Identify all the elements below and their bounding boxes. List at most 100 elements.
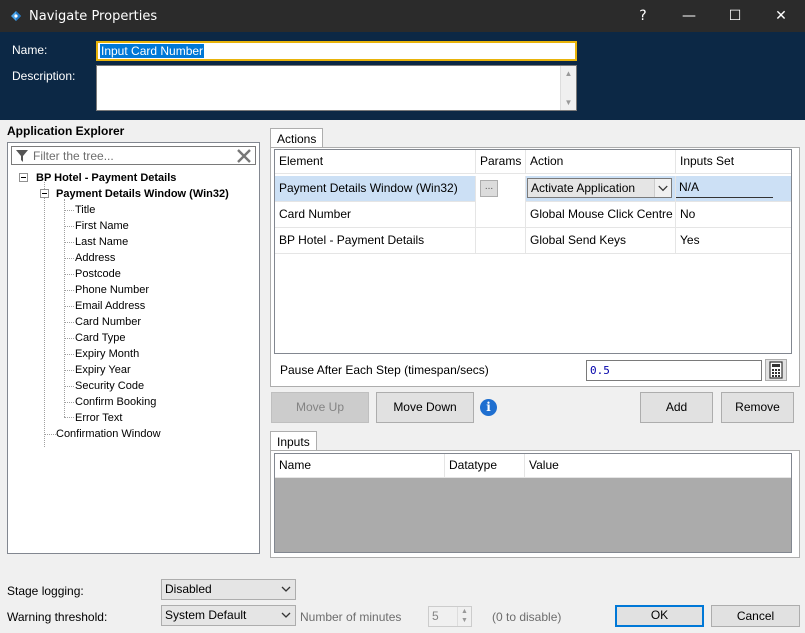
- close-button[interactable]: ✕: [758, 0, 804, 32]
- info-icon[interactable]: i: [480, 399, 497, 416]
- tree-node-window[interactable]: Confirmation Window: [56, 428, 161, 440]
- ok-button[interactable]: OK: [615, 605, 704, 627]
- inputs-set-cell: N/A: [676, 176, 793, 202]
- action-cell: Global Send Keys: [526, 228, 676, 254]
- tree-node-element[interactable]: Phone Number: [75, 284, 149, 296]
- tab-actions[interactable]: Actions: [270, 128, 324, 148]
- actions-grid: Element Params Action Inputs Set Payment…: [274, 149, 792, 354]
- column-header[interactable]: Datatype: [445, 454, 525, 478]
- description-label: Description:: [12, 69, 76, 83]
- params-cell: ...: [476, 176, 526, 202]
- actions-grid-header: Element Params Action Inputs Set: [275, 150, 791, 174]
- app-icon: [11, 11, 21, 21]
- stage-logging-dropdown[interactable]: Disabled: [161, 579, 296, 600]
- inputs-grid: Name Datatype Value: [274, 453, 792, 553]
- column-header[interactable]: Name: [275, 454, 445, 478]
- inputs-set-field[interactable]: N/A: [676, 178, 773, 198]
- calculator-button[interactable]: [765, 359, 787, 381]
- scroll-down-icon[interactable]: ▼: [564, 98, 573, 107]
- tree-node-element[interactable]: Email Address: [75, 300, 145, 312]
- application-explorer-title: Application Explorer: [7, 124, 125, 138]
- description-scrollbar[interactable]: ▲ ▼: [560, 66, 576, 110]
- inputs-grid-header: Name Datatype Value: [275, 454, 791, 478]
- chevron-down-icon: [281, 586, 291, 592]
- action-cell: Global Mouse Click Centre: [526, 202, 676, 228]
- tree-node-element[interactable]: Confirm Booking: [75, 396, 156, 408]
- tree-node-element[interactable]: Card Type: [75, 332, 126, 344]
- move-up-button[interactable]: Move Up: [271, 392, 369, 423]
- tree-node-element[interactable]: Expiry Year: [75, 364, 131, 376]
- element-cell: BP Hotel - Payment Details: [275, 228, 476, 254]
- warning-threshold-label: Warning threshold:: [7, 610, 108, 624]
- inputs-set-cell: Yes: [680, 233, 700, 247]
- help-button[interactable]: ?: [620, 0, 666, 32]
- tree-connector: [64, 199, 65, 417]
- add-button[interactable]: Add: [640, 392, 713, 423]
- name-field[interactable]: Input Card Number: [96, 41, 577, 61]
- tab-inputs[interactable]: Inputs: [270, 431, 317, 451]
- stage-logging-label: Stage logging:: [7, 584, 84, 598]
- move-down-button[interactable]: Move Down: [376, 392, 474, 423]
- application-explorer: Filter the tree... BP Hotel - Payment De…: [7, 142, 260, 554]
- tree-filter-placeholder: Filter the tree...: [33, 149, 114, 163]
- minutes-label: Number of minutes: [300, 610, 402, 624]
- title-bar: Navigate Properties ? — ☐ ✕: [0, 0, 805, 32]
- tree-node-root[interactable]: BP Hotel - Payment Details: [36, 172, 176, 184]
- collapse-icon[interactable]: [19, 173, 28, 182]
- minimize-button[interactable]: —: [666, 0, 712, 32]
- column-header[interactable]: Action: [526, 150, 676, 174]
- maximize-button[interactable]: ☐: [712, 0, 758, 32]
- collapse-icon[interactable]: [40, 189, 49, 198]
- clear-filter-icon[interactable]: [236, 148, 252, 164]
- tree-node-element[interactable]: First Name: [75, 220, 129, 232]
- column-header[interactable]: Inputs Set: [676, 150, 793, 174]
- window-title: Navigate Properties: [29, 9, 158, 24]
- column-header[interactable]: Params: [476, 150, 526, 174]
- filter-icon: [16, 150, 28, 162]
- warning-threshold-dropdown[interactable]: System Default: [161, 605, 296, 626]
- table-row[interactable]: Card Number Global Mouse Click Centre No: [275, 202, 791, 228]
- action-dropdown-value: Activate Application: [531, 181, 636, 195]
- params-button[interactable]: ...: [480, 180, 498, 197]
- element-cell: Card Number: [275, 202, 476, 228]
- name-label: Name:: [12, 43, 48, 57]
- warning-threshold-value: System Default: [165, 608, 247, 622]
- tree-node-element[interactable]: Card Number: [75, 316, 141, 328]
- tree-node-element[interactable]: Last Name: [75, 236, 128, 248]
- tree-filter-input[interactable]: Filter the tree...: [11, 146, 256, 165]
- description-field[interactable]: ▲ ▼: [96, 65, 577, 111]
- tree-node-element[interactable]: Title: [75, 204, 95, 216]
- action-dropdown[interactable]: Activate Application: [527, 178, 672, 198]
- tree-node-window[interactable]: Payment Details Window (Win32): [56, 188, 229, 200]
- disable-hint: (0 to disable): [492, 610, 562, 624]
- chevron-down-icon[interactable]: [654, 179, 671, 197]
- params-cell: [476, 228, 526, 254]
- cancel-button[interactable]: Cancel: [711, 605, 800, 627]
- tree-node-element[interactable]: Address: [75, 252, 115, 264]
- stage-logging-value: Disabled: [165, 582, 212, 596]
- tree-node-element[interactable]: Postcode: [75, 268, 121, 280]
- column-header[interactable]: Value: [525, 454, 793, 478]
- tree-node-element[interactable]: Expiry Month: [75, 348, 139, 360]
- tree-node-element[interactable]: Error Text: [75, 412, 122, 424]
- pause-input[interactable]: 0.5: [586, 360, 762, 381]
- remove-button[interactable]: Remove: [721, 392, 794, 423]
- stepper-arrows-icon[interactable]: ▲ ▼: [457, 607, 471, 626]
- minutes-stepper[interactable]: 5 ▲ ▼: [428, 606, 472, 627]
- name-field-value: Input Card Number: [100, 44, 205, 58]
- element-cell: Payment Details Window (Win32): [275, 176, 476, 202]
- calculator-icon: [769, 361, 783, 379]
- table-row[interactable]: Payment Details Window (Win32) ... Activ…: [275, 176, 791, 202]
- inputs-set-cell: No: [680, 207, 696, 221]
- tree-connector: [44, 182, 45, 447]
- chevron-down-icon: [281, 612, 291, 618]
- properties-header: Name: Input Card Number Description: ▲ ▼: [0, 32, 805, 120]
- column-header[interactable]: Element: [275, 150, 476, 174]
- minutes-value: 5: [432, 609, 439, 623]
- params-cell: [476, 202, 526, 228]
- action-cell: Activate Application: [526, 176, 676, 202]
- scroll-up-icon[interactable]: ▲: [564, 69, 573, 78]
- tree-node-element[interactable]: Security Code: [75, 380, 144, 392]
- pause-label: Pause After Each Step (timespan/secs): [280, 363, 489, 377]
- table-row[interactable]: BP Hotel - Payment Details Global Send K…: [275, 228, 791, 254]
